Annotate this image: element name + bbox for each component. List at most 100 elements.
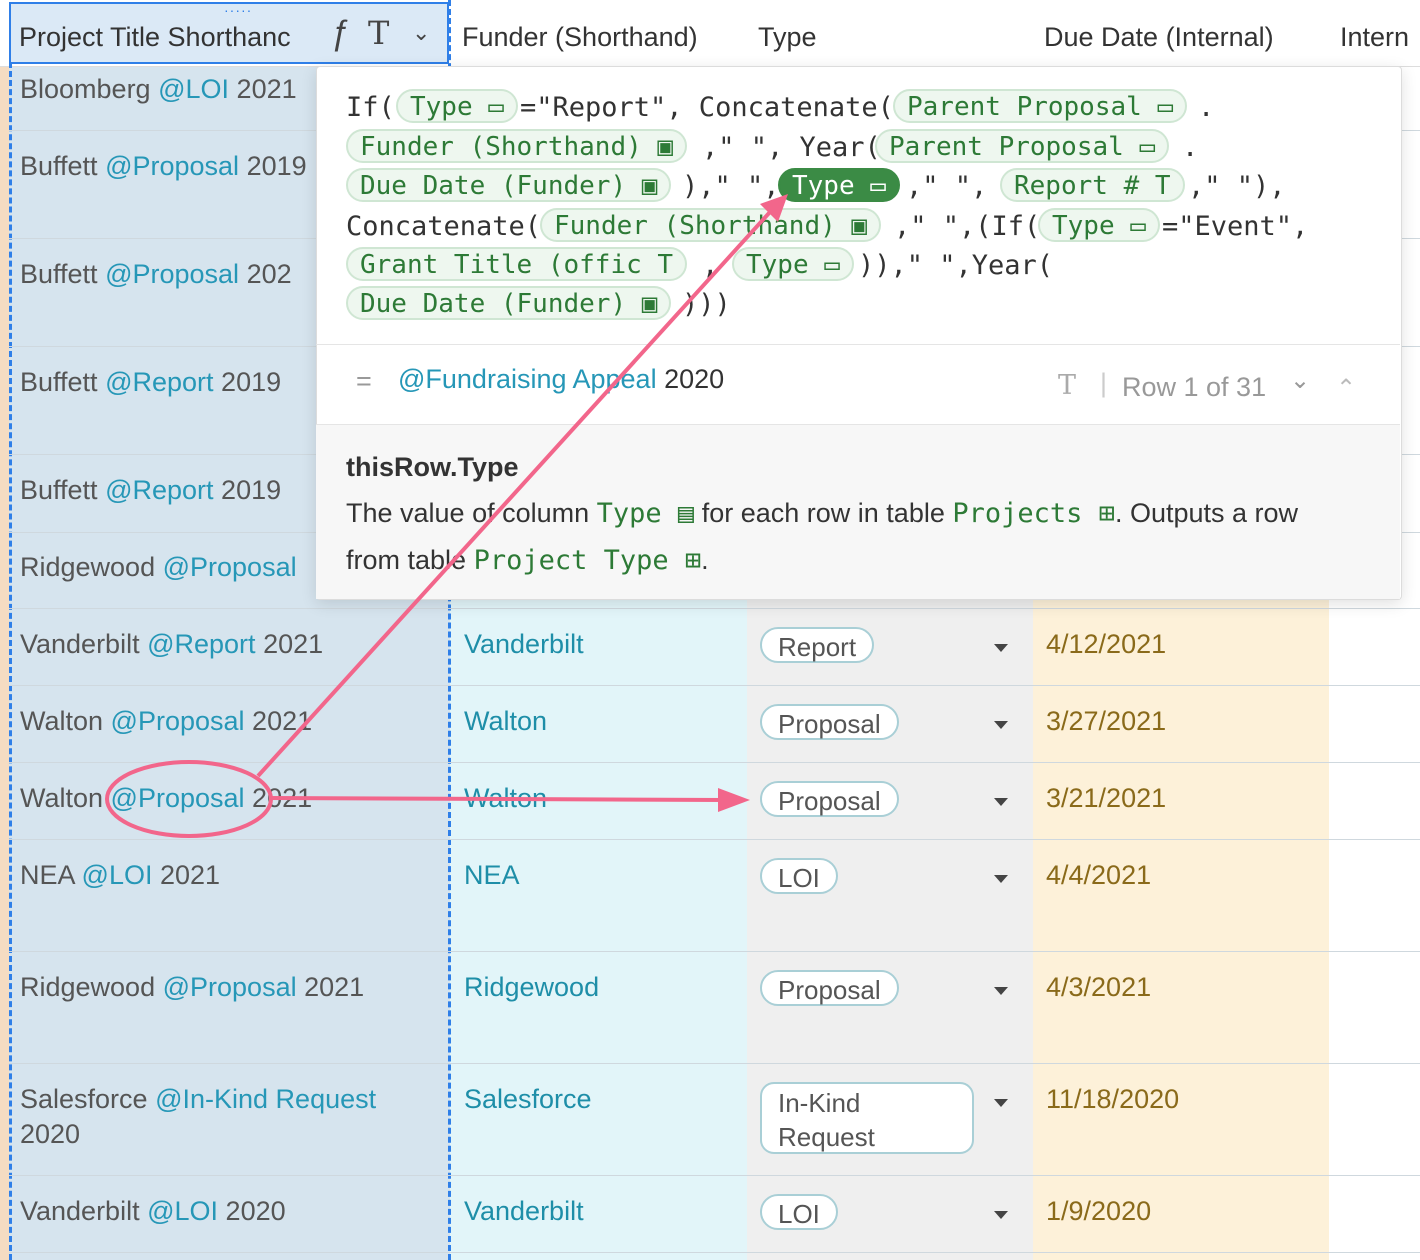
type-mention[interactable]: @LOI [147,1196,218,1226]
type-mention[interactable]: @Report [147,629,255,659]
doc-column-ref[interactable]: Type ▤ [597,498,695,529]
header-funder-label[interactable]: Funder (Shorthand) [462,22,698,53]
dropdown-arrow-icon[interactable] [994,721,1008,729]
table-row[interactable]: Buffett @Report 2019 [20,475,281,506]
result-mention[interactable]: @Fundraising Appeal [398,364,657,394]
title-funder: Walton [20,783,104,813]
formula-chip-funder-shorthand[interactable]: Funder (Shorthand) ▣ [346,129,688,163]
row-divider [9,839,1420,840]
type-mention[interactable]: @Proposal [111,706,245,736]
formula-chip-grant-title[interactable]: Grant Title (offic T [346,247,688,281]
due-date-cell[interactable]: 3/21/2021 [1046,783,1166,814]
formula-chip-type[interactable]: Type ▭ [1038,208,1160,242]
formula-icon: ƒ [330,14,349,52]
dropdown-arrow-icon[interactable] [994,644,1008,652]
funder-cell[interactable]: Walton [464,783,547,814]
formula-chip-funder-shorthand[interactable]: Funder (Shorthand) ▣ [540,208,882,242]
row-divider [9,608,1420,609]
type-mention[interactable]: @Proposal [105,151,239,181]
funder-cell[interactable]: Walton [464,706,547,737]
table-row[interactable]: Vanderbilt @LOI 2020 [20,1196,286,1227]
table-row[interactable]: Ridgewood @Proposal [20,552,297,583]
title-year: 2021 [263,629,324,659]
table-row[interactable]: Walton @Proposal 2021 [20,706,312,737]
funder-cell[interactable]: Vanderbilt [464,629,584,660]
dropdown-arrow-icon[interactable] [994,798,1008,806]
doc-table-ref[interactable]: Project Type ⊞ [474,545,702,576]
type-mention[interactable]: @LOI [82,860,153,890]
type-pill[interactable]: Report [760,627,875,663]
row-indicator-stripe [0,0,9,1260]
due-date-cell[interactable]: 4/12/2021 [1046,629,1166,660]
due-date-cell[interactable]: 4/3/2021 [1046,972,1151,1003]
table-row[interactable]: Salesforce @In-Kind Request [20,1084,376,1115]
type-pill[interactable]: In-Kind Request [760,1082,974,1154]
type-pill[interactable]: LOI [760,858,838,894]
chevron-down-icon[interactable]: ⌄ [412,20,430,46]
drag-handle-icon[interactable]: ····· [224,3,252,17]
type-mention[interactable]: @Proposal [105,259,239,289]
header-type-label[interactable]: Type [758,22,817,53]
type-mention[interactable]: @Proposal [163,552,297,582]
table-header: ····· Project Title Shorthanc ƒ T ⌄ Fund… [0,0,1420,67]
formula-chip-parent-proposal[interactable]: Parent Proposal ▭ [875,129,1170,163]
header-internal-label[interactable]: Intern [1340,22,1409,53]
title-year: 2020 [225,1196,286,1226]
doc-table-ref[interactable]: Projects ⊞ [952,498,1115,529]
header-due-date-label[interactable]: Due Date (Internal) [1044,22,1274,53]
title-year: 2021 [252,706,313,736]
type-pill[interactable]: Proposal [760,781,899,817]
type-mention[interactable]: @In-Kind Request [155,1084,376,1114]
formula-chip-type[interactable]: Type ▭ [732,247,854,281]
type-pill[interactable]: LOI [760,1194,838,1230]
row-divider [9,1063,1420,1064]
previous-row-chevron-up-icon[interactable]: ⌃ [1336,374,1356,403]
type-pill[interactable]: Proposal [760,970,899,1006]
dropdown-arrow-icon[interactable] [994,875,1008,883]
next-row-chevron-down-icon[interactable]: ⌄ [1290,366,1310,395]
type-mention[interactable]: @LOI [158,74,229,104]
due-date-cell[interactable]: 1/9/2020 [1046,1196,1151,1227]
table-row[interactable]: NEA @LOI 2021 [20,860,220,891]
type-mention[interactable]: @Report [105,475,213,505]
table-row[interactable]: Buffett @Proposal 202 [20,259,292,290]
formula-text: ))) [682,289,731,320]
dropdown-arrow-icon[interactable] [994,1099,1008,1107]
due-date-cell[interactable]: 11/18/2020 [1046,1084,1179,1115]
table-row[interactable]: Buffett @Report 2019 [20,367,281,398]
formula-chip-report-number[interactable]: Report # T [1000,168,1185,202]
formula-text: ," "), [1188,171,1286,202]
table-row[interactable]: Bloomberg @LOI 2021 [20,74,297,105]
table-row[interactable]: Walton @Proposal 2021 [20,783,312,814]
type-pill[interactable]: Proposal [760,704,899,740]
text-type-icon: T [368,14,390,52]
table-row[interactable]: Vanderbilt @Report 2021 [20,629,323,660]
title-year: 2021 [252,783,313,813]
text-type-icon: T [1058,370,1077,401]
formula-chip-due-date-funder[interactable]: Due Date (Funder) ▣ [346,286,672,320]
type-mention[interactable]: @Report [105,367,213,397]
table-row[interactable]: Buffett @Proposal 2019 [20,151,307,182]
funder-cell[interactable]: Salesforce [464,1084,592,1115]
formula-chip-type[interactable]: Type ▭ [396,89,518,123]
dropdown-arrow-icon[interactable] [994,987,1008,995]
funder-cell[interactable]: Ridgewood [464,972,599,1003]
due-date-cell[interactable]: 4/4/2021 [1046,860,1151,891]
row-divider [9,762,1420,763]
formula-chip-due-date-funder[interactable]: Due Date (Funder) ▣ [346,168,672,202]
funder-cell[interactable]: Vanderbilt [464,1196,584,1227]
row-divider [9,685,1420,686]
formula-chip-parent-proposal[interactable]: Parent Proposal ▭ [893,89,1188,123]
table-row[interactable]: Ridgewood @Proposal 2021 [20,972,364,1003]
doc-line-2: from table Project Type ⊞. [346,545,709,576]
formula-chip-type-selected[interactable]: Type ▭ [778,168,900,202]
title-funder: Buffett [20,475,98,505]
title-funder: NEA [20,860,75,890]
due-date-cell[interactable]: 3/27/2021 [1046,706,1166,737]
type-mention[interactable]: @Proposal [163,972,297,1002]
dropdown-arrow-icon[interactable] [994,1211,1008,1219]
type-mention[interactable]: @Proposal [111,783,245,813]
funder-cell[interactable]: NEA [464,860,520,891]
title-funder: Buffett [20,367,98,397]
doc-text: from table [346,545,467,575]
